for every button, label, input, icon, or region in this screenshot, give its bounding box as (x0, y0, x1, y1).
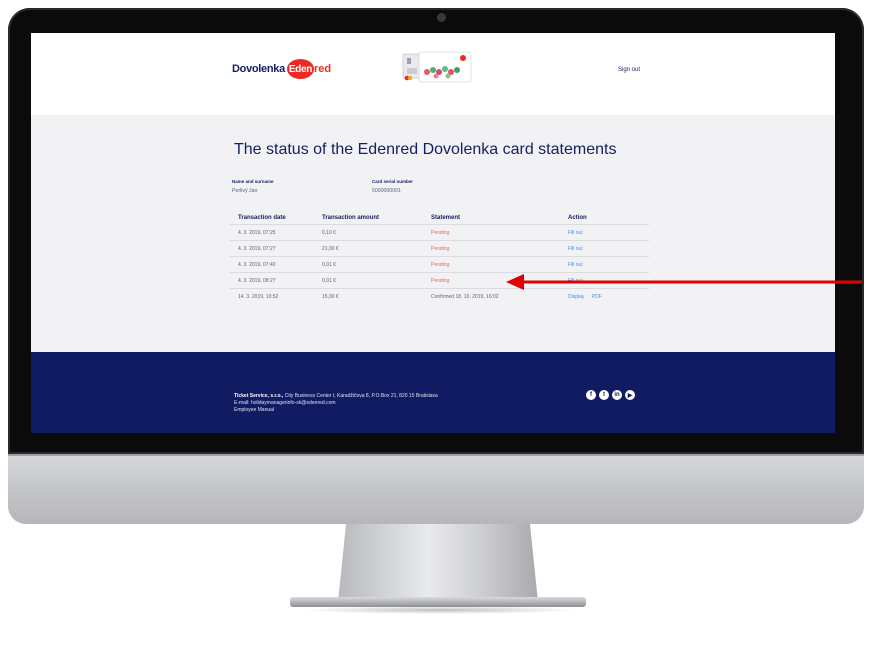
serial-label: Card serial number (372, 179, 414, 184)
employee-manual-link[interactable]: Employee Manual (234, 407, 438, 414)
footer-email[interactable]: E-mail: holidaymanagerinfo-sk@edenred.co… (234, 400, 438, 407)
fill-out-link[interactable]: Fill out (568, 246, 583, 252)
youtube-icon[interactable]: ▶ (625, 390, 635, 400)
camera-icon (437, 13, 446, 22)
row-statement-status: Confirmed 18. 10. 2019, 16:02 (431, 294, 499, 300)
row-amount: 15,00 € (322, 294, 339, 300)
display-link[interactable]: Display (568, 294, 584, 300)
row-statement-status: Pending (431, 229, 450, 236)
page-title: The status of the Edenred Dovolenka card… (234, 141, 617, 158)
chin-divider (8, 454, 864, 456)
footer-company: Ticket Service, s.r.o., (234, 393, 284, 399)
sign-out-link[interactable]: Sign out (618, 67, 640, 73)
table-header: Transaction date Transaction amount Stat… (230, 211, 649, 225)
annotation-arrow-icon (506, 274, 862, 290)
row-amount: 21,00 € (322, 245, 339, 252)
social-links: f t in ▶ (586, 390, 635, 400)
linkedin-icon[interactable]: in (612, 390, 622, 400)
row-date: 4. 3. 2019, 07:40 (238, 261, 276, 268)
logo-badge: Eden (286, 59, 314, 79)
row-date: 14. 3. 2019, 10:52 (238, 294, 279, 300)
header-date: Transaction date (238, 214, 286, 221)
table-row: 4. 3. 2019, 07:40 0,01 € Pending Fill ou… (230, 257, 649, 273)
monitor-screen: Dovolenka Eden red Sign out The status o… (31, 33, 835, 433)
facebook-icon[interactable]: f (586, 390, 596, 400)
monitor-chin (8, 454, 864, 524)
fill-out-link[interactable]: Fill out (568, 262, 583, 268)
site-header: Dovolenka Eden red Sign out (31, 33, 835, 115)
row-amount: 0,10 € (322, 229, 336, 236)
table-row: 4. 3. 2019, 07:25 0,10 € Pending Fill ou… (230, 225, 649, 241)
serial-value: 5000000001 (372, 188, 401, 194)
row-date: 4. 3. 2019, 07:25 (238, 229, 276, 236)
table-row: 4. 3. 2019, 07:27 21,00 € Pending Fill o… (230, 241, 649, 257)
row-statement-status: Pending (431, 261, 450, 268)
monitor-stand-neck (338, 524, 538, 602)
header-amount: Transaction amount (322, 214, 380, 221)
footer-info: Ticket Service, s.r.o., City Business Ce… (234, 393, 438, 414)
header-action: Action (568, 214, 587, 221)
main-content: The status of the Edenred Dovolenka card… (31, 115, 835, 352)
row-statement-status: Pending (431, 245, 450, 252)
site-footer: Ticket Service, s.r.o., City Business Ce… (31, 352, 835, 433)
logo-red-text: red (313, 63, 332, 75)
brand-logo[interactable]: Dovolenka Eden red (232, 58, 331, 80)
row-amount: 0,01 € (322, 277, 336, 284)
stand-shadow (300, 606, 580, 614)
row-amount: 0,01 € (322, 261, 336, 268)
name-label: Name and surname (232, 179, 274, 184)
header-statement: Statement (431, 214, 461, 221)
logo-badge-text: Eden (288, 63, 313, 75)
footer-address: City Business Center I, Karadžičova 8, P… (283, 393, 438, 399)
stage: Dovolenka Eden red Sign out The status o… (0, 0, 869, 654)
name-value: Perlivý Jan (232, 188, 258, 194)
fill-out-link[interactable]: Fill out (568, 230, 583, 236)
logo-text: Dovolenka (232, 63, 285, 75)
row-date: 4. 3. 2019, 07:27 (238, 245, 276, 252)
twitter-icon[interactable]: t (599, 390, 609, 400)
row-date: 4. 3. 2019, 08:27 (238, 277, 276, 284)
card-image-icon (402, 51, 472, 83)
pdf-link[interactable]: PDF (592, 294, 602, 300)
